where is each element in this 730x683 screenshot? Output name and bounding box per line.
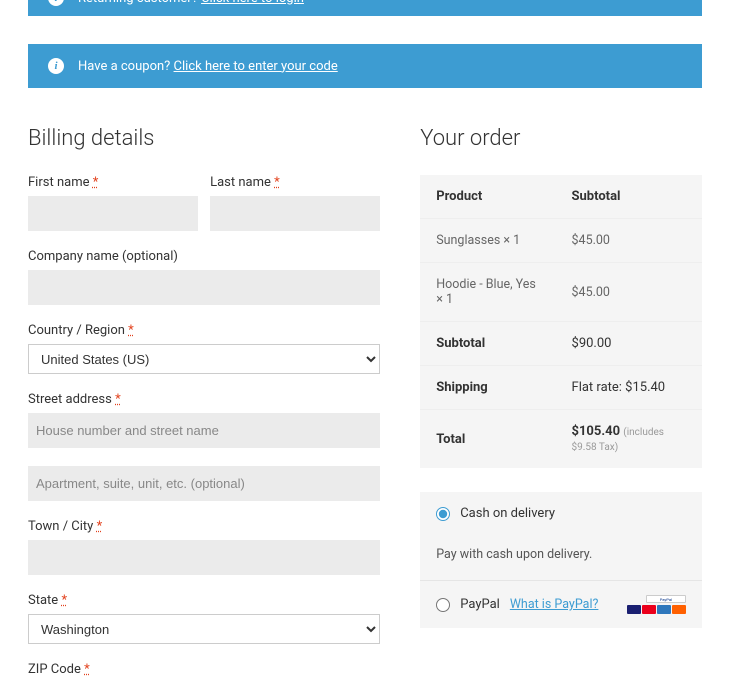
order-heading: Your order xyxy=(420,126,702,151)
first-name-label: First name * xyxy=(28,175,198,190)
cod-label: Cash on delivery xyxy=(460,506,555,521)
notice-text: Have a coupon? xyxy=(78,59,170,74)
coupon-link[interactable]: Click here to enter your code xyxy=(174,59,338,74)
order-table: Product Subtotal Sunglasses × 1 $45.00 H… xyxy=(420,175,702,468)
shipping-label: Shipping xyxy=(420,366,555,410)
street2-input[interactable] xyxy=(28,466,380,501)
payment-option-cod[interactable]: Cash on delivery xyxy=(420,492,702,535)
paypal-cards-icon: PayPal xyxy=(627,595,686,614)
cod-description: Pay with cash upon delivery. xyxy=(420,535,702,580)
company-input[interactable] xyxy=(28,270,380,305)
last-name-label: Last name * xyxy=(210,175,380,190)
last-name-input[interactable] xyxy=(210,196,380,231)
returning-customer-notice: i Returning customer? Click here to logi… xyxy=(28,0,702,16)
street1-input[interactable] xyxy=(28,413,380,448)
subtotal-label: Subtotal xyxy=(420,322,555,366)
table-row: Hoodie - Blue, Yes × 1 $45.00 xyxy=(420,263,702,322)
company-label: Company name (optional) xyxy=(28,249,380,264)
country-select[interactable]: United States (US) xyxy=(28,344,380,374)
login-link[interactable]: Click here to login xyxy=(201,0,304,6)
notice-text: Returning customer? xyxy=(78,0,198,6)
country-label: Country / Region * xyxy=(28,323,380,338)
info-icon: i xyxy=(48,0,64,6)
col-subtotal: Subtotal xyxy=(556,175,702,219)
total-value: $105.40 xyxy=(572,424,621,439)
state-label: State * xyxy=(28,593,380,608)
state-select[interactable]: Washington xyxy=(28,614,380,644)
cod-radio[interactable] xyxy=(436,507,450,521)
payment-option-paypal[interactable]: PayPal What is PayPal? PayPal xyxy=(420,580,702,628)
street-label: Street address * xyxy=(28,392,380,407)
city-label: Town / City * xyxy=(28,519,380,534)
table-row: Sunglasses × 1 $45.00 xyxy=(420,219,702,263)
paypal-what-link[interactable]: What is PayPal? xyxy=(510,597,599,612)
city-input[interactable] xyxy=(28,540,380,575)
paypal-label: PayPal xyxy=(460,597,500,612)
info-icon: i xyxy=(48,58,64,74)
first-name-input[interactable] xyxy=(28,196,198,231)
total-label: Total xyxy=(420,410,555,469)
shipping-value: Flat rate: $15.40 xyxy=(556,366,702,410)
paypal-radio[interactable] xyxy=(436,598,450,612)
billing-heading: Billing details xyxy=(28,126,380,151)
coupon-notice: i Have a coupon? Click here to enter you… xyxy=(28,44,702,88)
col-product: Product xyxy=(420,175,555,219)
subtotal-value: $90.00 xyxy=(556,322,702,366)
payment-section: Cash on delivery Pay with cash upon deli… xyxy=(420,492,702,628)
zip-label: ZIP Code * xyxy=(28,662,380,677)
